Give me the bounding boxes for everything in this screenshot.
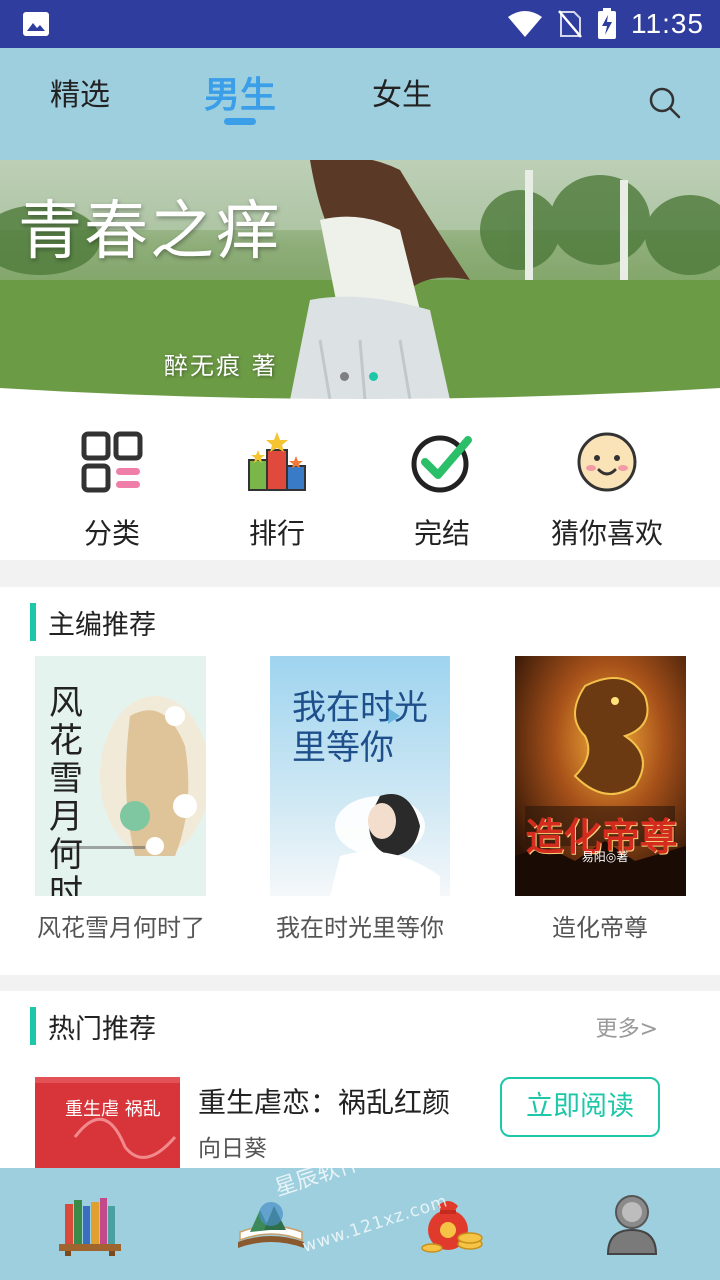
quick-entry-label: 排行 [248, 517, 305, 550]
editor-picks-section: 主编推荐 风花雪月何时了 风花雪月何时了 [0, 587, 720, 975]
section-title: 热门推荐 [48, 1013, 156, 1045]
quick-entry-ranking[interactable]: 排行 [197, 430, 357, 552]
category-grid-icon [81, 431, 143, 493]
quick-entry-guess-you-like[interactable]: 猜你喜欢 [527, 430, 687, 552]
hot-book-cover-text: 重生虐 祸乱 [65, 1099, 161, 1120]
read-now-button[interactable]: 立即阅读 [500, 1077, 660, 1137]
section-accent-bar [30, 1007, 36, 1045]
checkmark-circle-icon [411, 435, 472, 493]
book-cover-text: 风花雪月何时了 [49, 683, 83, 896]
wifi-icon [508, 11, 542, 37]
section-accent-bar [30, 603, 36, 641]
quick-entry-label: 猜你喜欢 [550, 517, 663, 550]
carousel-dot-active[interactable] [369, 372, 378, 381]
tab-female[interactable]: 女生 [372, 70, 432, 114]
hot-picks-section: 热门推荐 更多> 重生虐 祸乱 重生虐恋：祸乱红颜 向日葵 立即阅读 [0, 991, 720, 1168]
active-tab-indicator [224, 118, 256, 125]
top-tab-bar: 精选 男生 女生 [0, 48, 720, 160]
status-right: 11:35 [507, 6, 704, 42]
quick-entry-label: 完结 [413, 517, 470, 550]
book-title[interactable]: 造化帝尊 [552, 908, 648, 943]
book-title[interactable]: 我在时光里等你 [276, 908, 444, 943]
quick-entry-label: 分类 [83, 517, 140, 550]
book-title[interactable]: 风花雪月何时了 [37, 908, 205, 943]
search-icon[interactable] [648, 86, 682, 120]
book-cover-author: 易阳◎著 [581, 850, 629, 864]
section-header: 热门推荐 [30, 1007, 156, 1045]
status-bar: 11:35 [0, 0, 720, 48]
tab-featured[interactable]: 精选 [50, 70, 110, 114]
quick-entry-completed[interactable]: 完结 [362, 430, 522, 552]
book-cover-text: 我在时光里等你 [292, 688, 428, 768]
section-header: 主编推荐 [30, 603, 156, 641]
smiley-face-icon [577, 432, 637, 492]
hot-book-cover[interactable]: 重生虐 祸乱 [35, 1077, 180, 1168]
section-title: 主编推荐 [48, 609, 156, 641]
hot-book-title[interactable]: 重生虐恋：祸乱红颜 [198, 1081, 450, 1121]
bookstore-icon[interactable] [236, 1192, 306, 1256]
hot-book-cover-art [35, 1077, 180, 1168]
image-notification-icon [23, 12, 49, 36]
quick-entry-category[interactable]: 分类 [32, 430, 192, 552]
quick-entry-row: 分类 排行 完结 猜你喜欢 [0, 400, 720, 560]
book-cover[interactable]: 风花雪月何时了 [35, 656, 206, 896]
banner-carousel[interactable]: 青春之痒 醉无痕 著 [0, 160, 720, 400]
clock: 11:35 [631, 8, 704, 39]
tab-male[interactable]: 男生 [204, 66, 276, 118]
carousel-dots [340, 372, 378, 381]
hot-book-author: 向日葵 [198, 1136, 267, 1162]
battery-charging-icon [598, 8, 616, 39]
bookshelf-icon[interactable] [55, 1192, 125, 1256]
book-cover[interactable]: 造化帝尊 易阳◎著 [515, 656, 686, 896]
no-sim-icon [558, 10, 582, 38]
banner-author: 醉无痕 著 [164, 352, 278, 380]
banner-title: 青春之痒 [18, 195, 282, 269]
book-cover[interactable]: 我在时光里等你 [270, 656, 450, 896]
more-link[interactable]: 更多> [596, 1011, 658, 1043]
carousel-dot[interactable] [340, 372, 349, 381]
ranking-podium-icon [248, 432, 306, 491]
profile-avatar-icon[interactable] [598, 1192, 668, 1256]
